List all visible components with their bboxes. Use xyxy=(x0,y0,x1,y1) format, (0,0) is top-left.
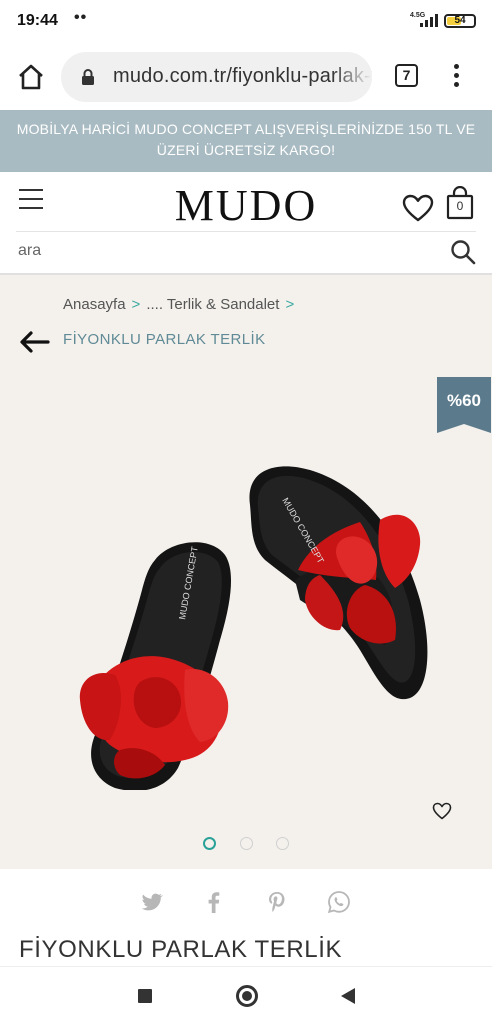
product-image[interactable]: MUDO CONCEPT MUDO CONCEPT xyxy=(60,450,440,790)
home-circle-icon[interactable] xyxy=(236,985,258,1007)
status-time: 19:44 xyxy=(17,12,58,29)
notification-dots: •• xyxy=(74,9,88,26)
promo-banner[interactable]: MOBİLYA HARİCİ MUDO CONCEPT ALIŞVERİŞLER… xyxy=(0,110,492,172)
facebook-icon[interactable] xyxy=(202,890,226,914)
url-fade xyxy=(332,52,372,102)
cart-button[interactable]: 0 xyxy=(446,185,474,220)
back-arrow-icon[interactable] xyxy=(18,330,50,354)
discount-text: %60 xyxy=(446,391,482,410)
battery-label: 54 xyxy=(454,15,466,26)
pagination-dot[interactable] xyxy=(203,837,216,850)
breadcrumb-separator: > xyxy=(285,296,295,313)
current-product-crumb: FİYONKLU PARLAK TERLİK xyxy=(63,331,266,348)
breadcrumb-separator: > xyxy=(131,296,141,313)
tabs-icon[interactable]: 7 xyxy=(395,64,418,87)
system-nav-bar xyxy=(0,966,492,1024)
right-slipper: MUDO CONCEPT xyxy=(249,466,428,700)
cart-count: 0 xyxy=(456,199,464,213)
breadcrumb: Anasayfa > .... Terlik & Sandalet > xyxy=(63,296,300,313)
recents-icon[interactable] xyxy=(138,989,152,1003)
lock-icon xyxy=(82,69,94,85)
back-triangle-icon[interactable] xyxy=(340,987,356,1005)
more-vert-icon[interactable] xyxy=(446,64,466,90)
breadcrumb-category[interactable]: .... Terlik & Sandalet xyxy=(146,296,279,313)
search-icon[interactable] xyxy=(450,239,476,265)
heart-icon[interactable] xyxy=(402,194,434,222)
pagination-dot[interactable] xyxy=(276,837,289,850)
battery-icon: 54 xyxy=(444,14,476,28)
product-gallery-area: Anasayfa > .... Terlik & Sandalet > FİYONKL… xyxy=(0,275,492,869)
left-slipper: MUDO CONCEPT xyxy=(79,542,232,790)
favorite-icon[interactable] xyxy=(432,802,452,820)
status-bar: 19:44 •• 4.5G 54 xyxy=(0,0,492,44)
pinterest-icon[interactable] xyxy=(265,890,289,914)
pagination-dot[interactable] xyxy=(240,837,253,850)
twitter-icon[interactable] xyxy=(140,890,164,914)
product-title: FİYONKLU PARLAK TERLİK xyxy=(19,936,343,963)
home-icon[interactable] xyxy=(17,64,45,90)
discount-badge: %60 xyxy=(437,377,491,433)
signal-icon xyxy=(420,14,438,27)
site-header: MUDO 0 xyxy=(0,172,492,232)
browser-toolbar: mudo.com.tr/fiyonklu-parlak-terlik 7 xyxy=(0,44,492,110)
image-pagination xyxy=(0,835,492,853)
address-bar[interactable]: mudo.com.tr/fiyonklu-parlak-terlik xyxy=(61,52,372,102)
whatsapp-icon[interactable] xyxy=(327,890,351,914)
search-input[interactable] xyxy=(18,236,438,266)
search-bar xyxy=(0,232,492,274)
breadcrumb-home[interactable]: Anasayfa xyxy=(63,296,126,313)
share-row xyxy=(0,882,492,922)
